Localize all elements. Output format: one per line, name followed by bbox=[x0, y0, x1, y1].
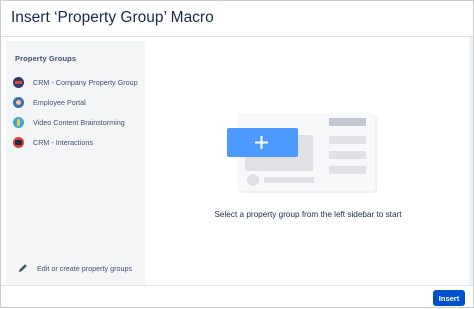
sidebar-item-employee-portal[interactable]: Employee Portal bbox=[13, 94, 143, 110]
employee-portal-icon bbox=[13, 96, 24, 108]
sidebar-item-label: CRM - Company Property Group bbox=[33, 77, 138, 87]
main-panel: Select a property group from the left si… bbox=[145, 37, 471, 287]
dialog-footer: Insert bbox=[1, 285, 473, 309]
sidebar-item-label: CRM - Interactions bbox=[33, 137, 93, 147]
crm-interactions-icon bbox=[13, 136, 24, 148]
property-groups-sidebar: Property Groups CRM - Company Property G… bbox=[6, 41, 145, 286]
video-content-icon bbox=[13, 116, 24, 128]
sidebar-heading: Property Groups bbox=[15, 54, 77, 63]
empty-state-prompt: Select a property group from the left si… bbox=[214, 210, 402, 219]
sidebar-item-crm-company-property-group[interactable]: CRM - Company Property Group bbox=[13, 74, 143, 90]
sidebar-item-label: Employee Portal bbox=[33, 97, 86, 107]
dialog-title: Insert ‘Property Group’ Macro bbox=[11, 9, 214, 26]
edit-property-groups-link[interactable]: Edit or create property groups bbox=[18, 263, 132, 273]
empty-state-illustration bbox=[227, 113, 377, 193]
dialog-header: Insert ‘Property Group’ Macro bbox=[1, 1, 473, 37]
sidebar-item-video-content-brainstorming[interactable]: Video Content Brainstorming bbox=[13, 114, 143, 130]
insert-button[interactable]: Insert bbox=[433, 290, 465, 306]
sidebar-item-crm-interactions[interactable]: CRM - Interactions bbox=[13, 134, 143, 150]
pencil-icon bbox=[19, 264, 27, 272]
sidebar-item-label: Video Content Brainstorming bbox=[33, 117, 125, 127]
edit-property-groups-label: Edit or create property groups bbox=[37, 263, 133, 273]
insert-macro-dialog: Insert ‘Property Group’ Macro Property G… bbox=[0, 0, 474, 308]
crm-group-icon bbox=[13, 76, 24, 88]
